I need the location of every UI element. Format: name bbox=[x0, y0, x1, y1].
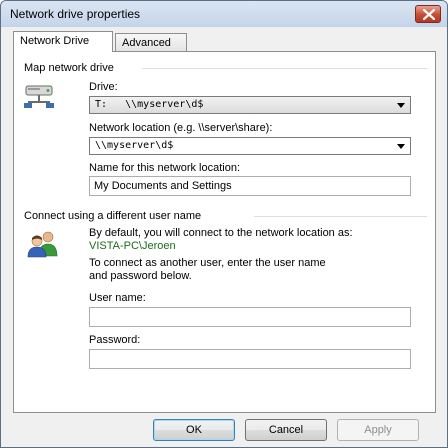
network-location-value: \\myserver\d$ bbox=[95, 140, 174, 151]
user-group-divider bbox=[254, 216, 427, 217]
network-drive-icon bbox=[24, 85, 54, 108]
map-group-divider bbox=[142, 68, 427, 69]
chevron-down-icon bbox=[397, 144, 405, 149]
default-user-name: VISTA-PC\Jeroen bbox=[89, 240, 176, 252]
network-location-combo[interactable]: \\myserver\d$ bbox=[89, 137, 411, 155]
drive-select[interactable]: T: \\myserver\d$ bbox=[89, 96, 411, 114]
location-name-input[interactable]: My Documents and Settings bbox=[89, 176, 411, 196]
users-icon bbox=[27, 231, 58, 258]
drive-path: \\myserver\d$ bbox=[125, 99, 204, 110]
instructions-line-1: To connect as another user, enter the us… bbox=[89, 257, 326, 269]
tab-network-drive[interactable]: Network Drive bbox=[13, 31, 113, 52]
apply-button[interactable]: Apply bbox=[337, 419, 419, 441]
instructions-line-2: and password below. bbox=[89, 270, 192, 282]
username-label: User name: bbox=[89, 292, 146, 304]
location-name-label: Name for this network location: bbox=[89, 162, 241, 174]
tab-panel: Map network drive Drive: T: \\myserver\d… bbox=[13, 51, 436, 413]
title-bar: Network drive properties bbox=[1, 1, 447, 27]
close-icon bbox=[423, 9, 435, 20]
ok-button[interactable]: OK bbox=[153, 419, 235, 441]
drive-label: Drive: bbox=[89, 81, 118, 93]
password-input[interactable] bbox=[89, 349, 411, 369]
location-name-value: My Documents and Settings bbox=[94, 180, 232, 192]
network-location-label: Network location (e.g. \\server\share): bbox=[89, 122, 273, 134]
map-group-title: Map network drive bbox=[24, 62, 114, 74]
cancel-button[interactable]: Cancel bbox=[245, 419, 327, 441]
user-group-title: Connect using a different user name bbox=[24, 210, 202, 222]
chevron-down-icon bbox=[397, 103, 405, 108]
window-title: Network drive properties bbox=[10, 7, 141, 21]
default-connection-text: By default, you will connect to the netw… bbox=[89, 227, 353, 239]
password-label: Password: bbox=[89, 334, 141, 346]
close-button[interactable] bbox=[415, 5, 441, 23]
drive-letter: T: bbox=[95, 99, 108, 110]
username-input[interactable] bbox=[89, 307, 411, 327]
properties-window: Network drive properties Network Drive A… bbox=[0, 0, 448, 448]
tab-advanced[interactable]: Advanced bbox=[115, 33, 187, 51]
